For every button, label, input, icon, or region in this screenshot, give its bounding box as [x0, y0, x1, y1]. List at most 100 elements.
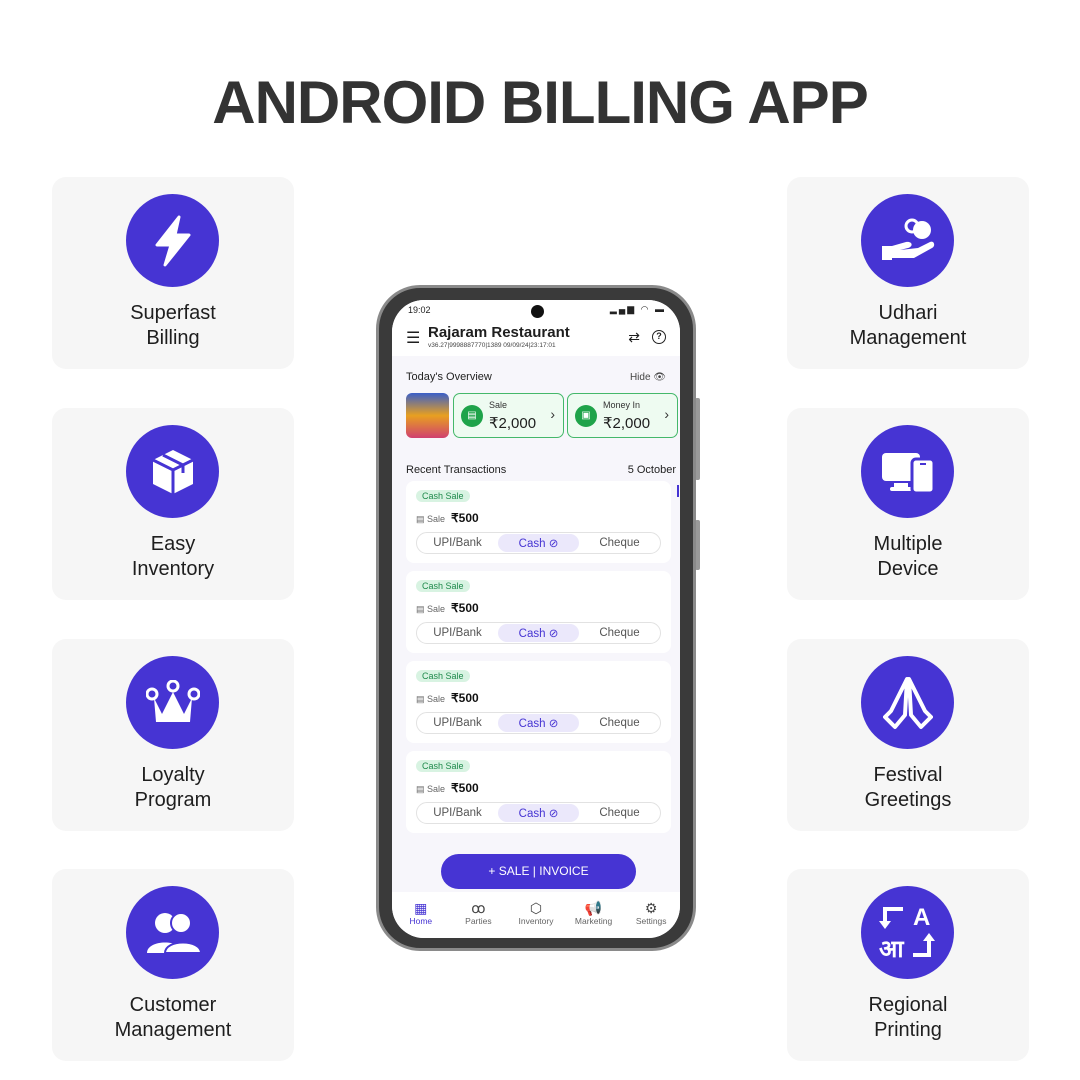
feature-card-superfast-billing: Superfast Billing [52, 177, 294, 369]
transaction-row: ▤ Sale ₹500 [416, 691, 479, 705]
translate-icon: Aआ [861, 886, 954, 979]
folded-hands-icon [861, 656, 954, 749]
transaction-badge: Cash Sale [416, 760, 470, 772]
nav-item-inventory[interactable]: ⬡ Inventory [507, 892, 565, 938]
status-bar: 19:02 ▂▄▆ ◠ ▬ [392, 300, 680, 322]
nav-item-settings[interactable]: ⚙ Settings [622, 892, 680, 938]
transaction-row: ▤ Sale ₹500 [416, 511, 479, 525]
payment-option-cash[interactable]: Cash ⊘ [498, 624, 579, 642]
phone-mockup: 19:02 ▂▄▆ ◠ ▬ ☰ Rajaram Restaurant v36.2… [376, 285, 696, 951]
chevron-right-icon: › [664, 406, 669, 422]
payment-option-upi[interactable]: UPI/Bank [417, 713, 498, 733]
hand-coin-icon [861, 194, 954, 287]
package-icon [126, 425, 219, 518]
feature-card-loyalty-program: Loyalty Program [52, 639, 294, 831]
payment-option-cheque[interactable]: Cheque [579, 803, 660, 823]
bottom-nav: ▦ Home ꝏ Parties ⬡ Inventory 📢 Marketing ⚙ Se… [392, 892, 680, 938]
overview-card-value: ₹2,000 [603, 415, 651, 432]
nav-label: Marketing [574, 916, 613, 926]
svg-text:आ: आ [879, 935, 905, 963]
transaction-card[interactable]: Cash Sale ▤ Sale ₹500 UPI/Bank Cash ⊘ Che… [406, 751, 671, 833]
feature-label: Program [134, 789, 212, 811]
transaction-badge: Cash Sale [416, 670, 470, 682]
nav-item-parties[interactable]: ꝏ Parties [450, 892, 508, 938]
feature-label: Festival [873, 764, 943, 786]
parties-icon: ꝏ [471, 900, 486, 916]
transaction-type: Sale [427, 514, 446, 524]
nav-label: Parties [465, 916, 492, 926]
feature-label: Multiple [873, 533, 943, 555]
crown-icon [126, 656, 219, 749]
payment-option-cash[interactable]: Cash ⊘ [498, 534, 579, 552]
cash-icon: ▣ [575, 405, 597, 427]
feature-card-udhari-management: Udhari Management [787, 177, 1029, 369]
business-name: Rajaram Restaurant [428, 324, 570, 341]
overview-title: Today's Overview [406, 371, 492, 383]
transaction-amount: ₹500 [451, 691, 479, 705]
deity-image [406, 393, 449, 438]
nav-label: Home [409, 916, 433, 926]
feature-label: Customer [129, 994, 217, 1016]
feature-label: Management [114, 1019, 232, 1041]
phone-screen: 19:02 ▂▄▆ ◠ ▬ ☰ Rajaram Restaurant v36.2… [392, 300, 680, 938]
sale-invoice-button[interactable]: + SALE | INVOICE [441, 854, 636, 889]
svg-text:A: A [913, 904, 930, 931]
nav-label: Inventory [518, 916, 554, 926]
feature-label: Loyalty [141, 764, 205, 786]
feature-label: Regional [868, 994, 948, 1016]
payment-option-cheque[interactable]: Cheque [579, 623, 660, 643]
transaction-amount: ₹500 [451, 781, 479, 795]
overview-card-sale[interactable]: ▤ Sale ₹2,000 › [453, 393, 564, 438]
users-icon [126, 886, 219, 979]
payment-option-cheque[interactable]: Cheque [579, 713, 660, 733]
help-icon[interactable]: ? [652, 330, 666, 344]
business-meta: v36.27|9998887770|1389 09/09/24|23:17:01 [428, 342, 556, 349]
menu-icon[interactable]: ☰ [406, 331, 420, 347]
feature-label: Superfast [130, 302, 216, 324]
overview-card-label: Money In [603, 400, 641, 410]
feature-card-festival-greetings: Festival Greetings [787, 639, 1029, 831]
transaction-badge: Cash Sale [416, 580, 470, 592]
payment-option-upi[interactable]: UPI/Bank [417, 623, 498, 643]
box-icon: ⬡ [529, 900, 543, 916]
payment-option-cash[interactable]: Cash ⊘ [498, 714, 579, 732]
payment-option-upi[interactable]: UPI/Bank [417, 533, 498, 553]
transaction-row: ▤ Sale ₹500 [416, 781, 479, 795]
feature-label: Inventory [131, 558, 215, 580]
nav-item-marketing[interactable]: 📢 Marketing [565, 892, 623, 938]
transaction-card[interactable]: Cash Sale ▤ Sale ₹500 UPI/Bank Cash ⊘ Che… [406, 571, 671, 653]
page-title: ANDROID BILLING APP [212, 69, 868, 136]
transaction-badge: Cash Sale [416, 490, 470, 502]
gear-icon: ⚙ [644, 900, 658, 916]
sync-icon[interactable]: ⇄ [628, 329, 640, 346]
feature-label: Easy [150, 533, 196, 555]
feature-card-easy-inventory: Easy Inventory [52, 408, 294, 600]
transaction-card[interactable]: Cash Sale ▤ Sale ₹500 UPI/Bank Cash ⊘ Che… [406, 661, 671, 743]
payment-option-upi[interactable]: UPI/Bank [417, 803, 498, 823]
transaction-card[interactable]: Cash Sale ▤ Sale ₹500 UPI/Bank Cash ⊘ Che… [406, 481, 671, 563]
nav-label: Settings [635, 916, 667, 926]
feature-label: Greetings [864, 789, 952, 811]
app-header: ☰ Rajaram Restaurant v36.27|9998887770|1… [392, 322, 680, 356]
feature-label: Device [877, 558, 939, 580]
status-icons: ▂▄▆ ◠ ▬ [609, 304, 666, 314]
feature-card-customer-management: Customer Management [52, 869, 294, 1061]
feature-label: Udhari [878, 302, 938, 324]
overview-card-value: ₹2,000 [489, 415, 537, 432]
nav-item-home[interactable]: ▦ Home [392, 892, 450, 938]
scrollbar[interactable] [677, 485, 679, 497]
megaphone-icon: 📢 [584, 900, 603, 916]
feature-label: Printing [874, 1019, 942, 1041]
recent-transactions-title: Recent Transactions [406, 464, 507, 476]
hide-toggle[interactable]: Hide 👁 [630, 372, 666, 383]
overview-card-label: Sale [489, 400, 508, 410]
home-icon: ▦ [414, 900, 428, 916]
chevron-right-icon: › [550, 406, 555, 422]
payment-option-cash[interactable]: Cash ⊘ [498, 804, 579, 822]
overview-card-money-in[interactable]: ▣ Money In ₹2,000 › [567, 393, 678, 438]
feature-label: Management [849, 327, 967, 349]
feature-label: Billing [146, 327, 200, 349]
payment-option-cheque[interactable]: Cheque [579, 533, 660, 553]
payment-mode-selector: UPI/Bank Cash ⊘ Cheque [416, 532, 661, 554]
transaction-amount: ₹500 [451, 511, 479, 525]
